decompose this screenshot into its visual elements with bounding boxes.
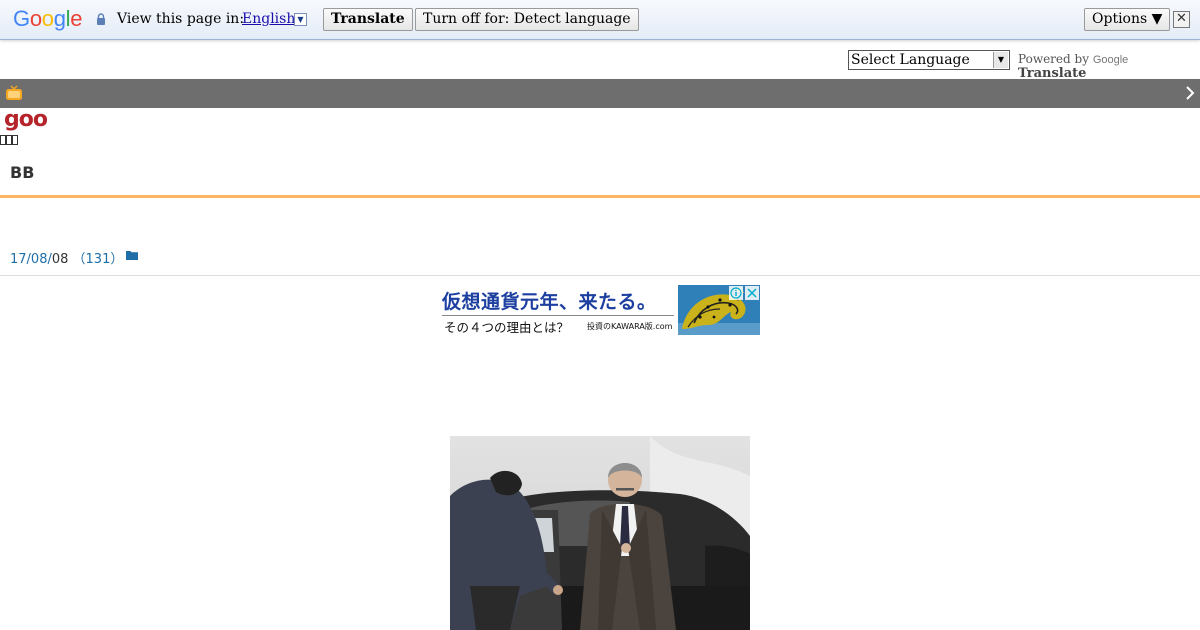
google-translate-bar: Google View this page in: English ▼ Tran…: [0, 0, 1200, 40]
header-divider: [0, 195, 1200, 198]
post-date-link[interactable]: 17/08/: [10, 252, 52, 267]
view-page-label: View this page in:: [117, 11, 245, 27]
select-language-value: Select Language: [851, 52, 970, 68]
lock-icon: [97, 13, 105, 25]
ad-banner[interactable]: 仮想通貨元年、来たる。 その４つの理由とは？ 投資のKAWARA版.com: [440, 285, 760, 335]
powered-by-translate: Powered by Google Translate: [1018, 52, 1200, 81]
chevron-down-icon: ▼: [993, 52, 1008, 68]
missing-glyphs: [0, 135, 18, 148]
ad-subline: その４つの理由とは？: [444, 320, 570, 335]
ad-info-icon[interactable]: [729, 286, 743, 300]
ad-rule: [442, 315, 674, 316]
select-language-dropdown[interactable]: Select Language ▼: [848, 50, 1010, 70]
tv-icon[interactable]: [5, 85, 23, 101]
google-mini-logo: Google: [1092, 54, 1129, 66]
close-icon[interactable]: ✕: [1173, 11, 1190, 28]
meta-divider: [0, 275, 1200, 276]
options-button[interactable]: Options ▼: [1084, 8, 1171, 31]
post-photo: [450, 436, 750, 630]
language-link[interactable]: English: [242, 11, 295, 27]
folder-icon[interactable]: [126, 250, 138, 260]
ad-close-icon[interactable]: [745, 286, 759, 300]
post-meta: 17/08/08 （131）: [10, 248, 123, 267]
language-dropdown-icon[interactable]: ▼: [294, 13, 307, 26]
blog-title[interactable]: BB: [10, 163, 34, 182]
translate-button[interactable]: Translate: [323, 8, 413, 31]
turn-off-button[interactable]: Turn off for: Detect language: [415, 8, 639, 31]
comment-count[interactable]: （131）: [73, 252, 124, 267]
chevron-right-icon[interactable]: [1185, 85, 1195, 101]
powered-by-label: Powered by: [1018, 52, 1089, 66]
top-nav-bar: [0, 79, 1200, 108]
goo-logo[interactable]: goo: [4, 107, 48, 132]
ad-headline: 仮想通貨元年、来たる。: [442, 291, 657, 313]
google-logo: Google: [13, 6, 83, 31]
ad-source: 投資のKAWARA版.com: [587, 322, 673, 331]
post-date-day: 08: [51, 252, 69, 267]
